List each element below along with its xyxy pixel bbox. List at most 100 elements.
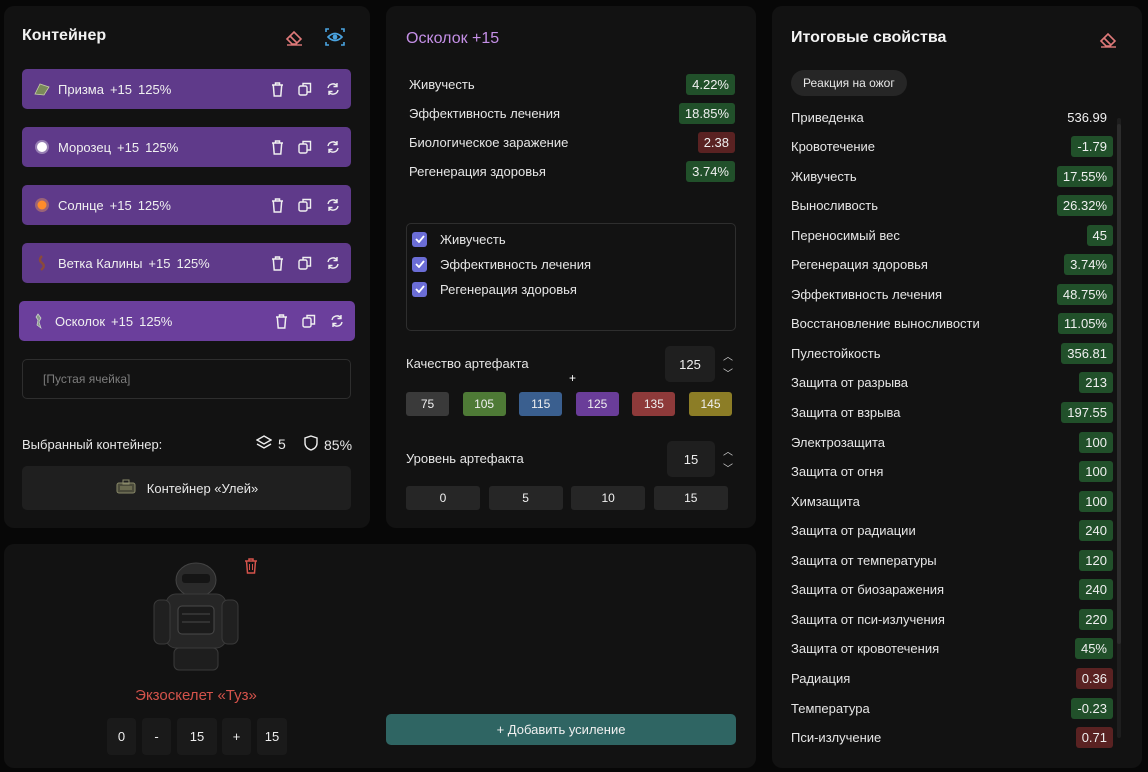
artifact-name: Ветка Калины [58, 255, 143, 271]
copy-icon[interactable] [297, 139, 313, 155]
artifact-level: +15 [111, 313, 134, 329]
artifact-level: +15 [109, 81, 133, 97]
sun-orb-icon [34, 197, 50, 213]
total-prop-row: Радиация 0.36 [791, 666, 1113, 690]
artifact-quality: 125% [176, 255, 210, 271]
stepper-min[interactable]: 0 [107, 718, 136, 755]
total-prop-row: Защита от разрыва 213 [791, 371, 1113, 395]
trash-icon[interactable] [269, 255, 285, 271]
prop-value: 240 [1079, 579, 1113, 601]
prop-name: Защита от температуры [791, 552, 937, 568]
artifact-quality: 125% [138, 81, 172, 97]
copy-icon[interactable] [297, 255, 313, 271]
level-input[interactable]: 15 [667, 441, 715, 477]
prop-value: 120 [1079, 549, 1113, 571]
swap-icon[interactable] [325, 81, 341, 97]
level-spinner[interactable]: ︿ ﹀ [721, 443, 735, 475]
level-preset-button[interactable]: 0 [406, 486, 480, 510]
total-prop-row: Восстановление выносливости 11.05% [791, 312, 1113, 336]
total-prop-row: Эффективность лечения 48.75% [791, 282, 1113, 306]
quality-preset-button[interactable]: 125 [575, 392, 619, 416]
total-prop-row: Химзащита 100 [791, 489, 1113, 513]
stepper-value[interactable]: 15 [177, 718, 217, 755]
swap-icon[interactable] [329, 313, 345, 329]
total-prop-row: Защита от температуры 120 [791, 548, 1113, 572]
trash-icon[interactable] [269, 139, 285, 155]
artifact-card[interactable]: Морозец +15 125% [22, 127, 351, 167]
stat-checkbox-row[interactable]: Регенерация здоровья [412, 279, 577, 299]
scrollbar-thumb[interactable] [1117, 124, 1121, 644]
prop-value: 45 [1086, 224, 1113, 246]
total-prop-row: Приведенка 536.99 [791, 105, 1113, 129]
total-prop-row: Электрозащита 100 [791, 430, 1113, 454]
container-select-button[interactable]: Контейнер «Улей» [22, 466, 351, 510]
copy-icon[interactable] [297, 197, 313, 213]
quality-input[interactable]: 125 [665, 346, 715, 382]
totals-scrollbar[interactable] [1117, 118, 1121, 738]
copy-icon[interactable] [301, 313, 317, 329]
trash-icon[interactable] [273, 313, 289, 329]
total-prop-row: Переносимый вес 45 [791, 223, 1113, 247]
trash-icon[interactable] [239, 554, 263, 578]
container-title: Контейнер [22, 27, 107, 44]
checkbox[interactable] [412, 256, 427, 272]
eraser-icon[interactable] [1096, 27, 1120, 51]
trash-icon[interactable] [269, 81, 285, 97]
swap-icon[interactable] [325, 255, 341, 271]
chevron-down-icon[interactable]: ﹀ [723, 365, 733, 380]
total-prop-row: Температура -0.23 [791, 696, 1113, 720]
trash-icon[interactable] [269, 197, 285, 213]
artifact-name: Осколок [55, 313, 106, 329]
chevron-up-icon[interactable]: ︿ [723, 443, 733, 458]
level-preset-button[interactable]: 5 [488, 486, 563, 510]
prop-value: 100 [1079, 490, 1113, 512]
shield-icon [304, 435, 318, 454]
quality-spinner[interactable]: ︿ ﹀ [721, 348, 735, 380]
artifact-title: Осколок +15 [406, 30, 500, 47]
chevron-down-icon[interactable]: ﹀ [723, 460, 733, 475]
stat-checkbox-row[interactable]: Живучесть [412, 229, 506, 249]
prism-icon [34, 81, 50, 97]
artifact-card[interactable]: Призма +15 125% [22, 69, 351, 109]
stat-checkbox-row[interactable]: Эффективность лечения [412, 254, 591, 274]
prop-value: 100 [1079, 461, 1113, 483]
quality-preset-button[interactable]: 105 [462, 392, 506, 416]
level-preset-button[interactable]: 15 [653, 486, 728, 510]
frost-orb-icon [34, 139, 50, 155]
chevron-up-icon[interactable]: ︿ [723, 348, 733, 363]
artifact-card[interactable]: Осколок +15 125% [19, 301, 355, 341]
quality-preset-button[interactable]: 135 [632, 392, 676, 416]
eraser-icon[interactable] [282, 25, 306, 49]
stepper-max[interactable]: 15 [257, 718, 287, 755]
total-prop-row: Выносливость 26.32% [791, 194, 1113, 218]
protection-value: 85% [324, 436, 353, 453]
copy-icon[interactable] [297, 81, 313, 97]
quality-preset-button[interactable]: 145 [689, 392, 732, 416]
quality-preset-button[interactable]: 75 [406, 392, 449, 416]
level-preset-button[interactable]: 10 [571, 486, 646, 510]
total-prop-row: Регенерация здоровья 3.74% [791, 253, 1113, 277]
add-upgrade-button[interactable]: + Добавить усиление [386, 714, 736, 745]
prop-value: 220 [1079, 608, 1113, 630]
prop-value: 536.99 [1067, 109, 1107, 125]
filter-pill[interactable]: Реакция на ожог [791, 70, 907, 96]
total-prop-row: Защита от радиации 240 [791, 519, 1113, 543]
swap-icon[interactable] [325, 197, 341, 213]
stepper-minus-button[interactable]: - [142, 718, 171, 755]
exoskeleton-image [148, 560, 244, 676]
prop-name: Защита от кровотечения [791, 641, 940, 657]
stat-value: 2.38 [697, 131, 735, 153]
swap-icon[interactable] [325, 139, 341, 155]
checkbox[interactable] [412, 281, 427, 297]
prop-name: Химзащита [791, 493, 860, 509]
checkbox[interactable] [412, 231, 427, 247]
artifact-card[interactable]: Ветка Калины +15 125% [22, 243, 351, 283]
artifact-quality: 125% [137, 197, 171, 213]
eye-scan-icon[interactable] [323, 25, 347, 49]
slots-stat: 5 [255, 435, 286, 453]
artifact-card[interactable]: Солнце +15 125% [22, 185, 351, 225]
empty-slot[interactable]: [Пустая ячейка] [22, 359, 351, 399]
stepper-plus-button[interactable]: + [222, 718, 251, 755]
quality-preset-button[interactable]: 115 [519, 392, 563, 416]
prop-name: Защита от радиации [791, 523, 916, 539]
